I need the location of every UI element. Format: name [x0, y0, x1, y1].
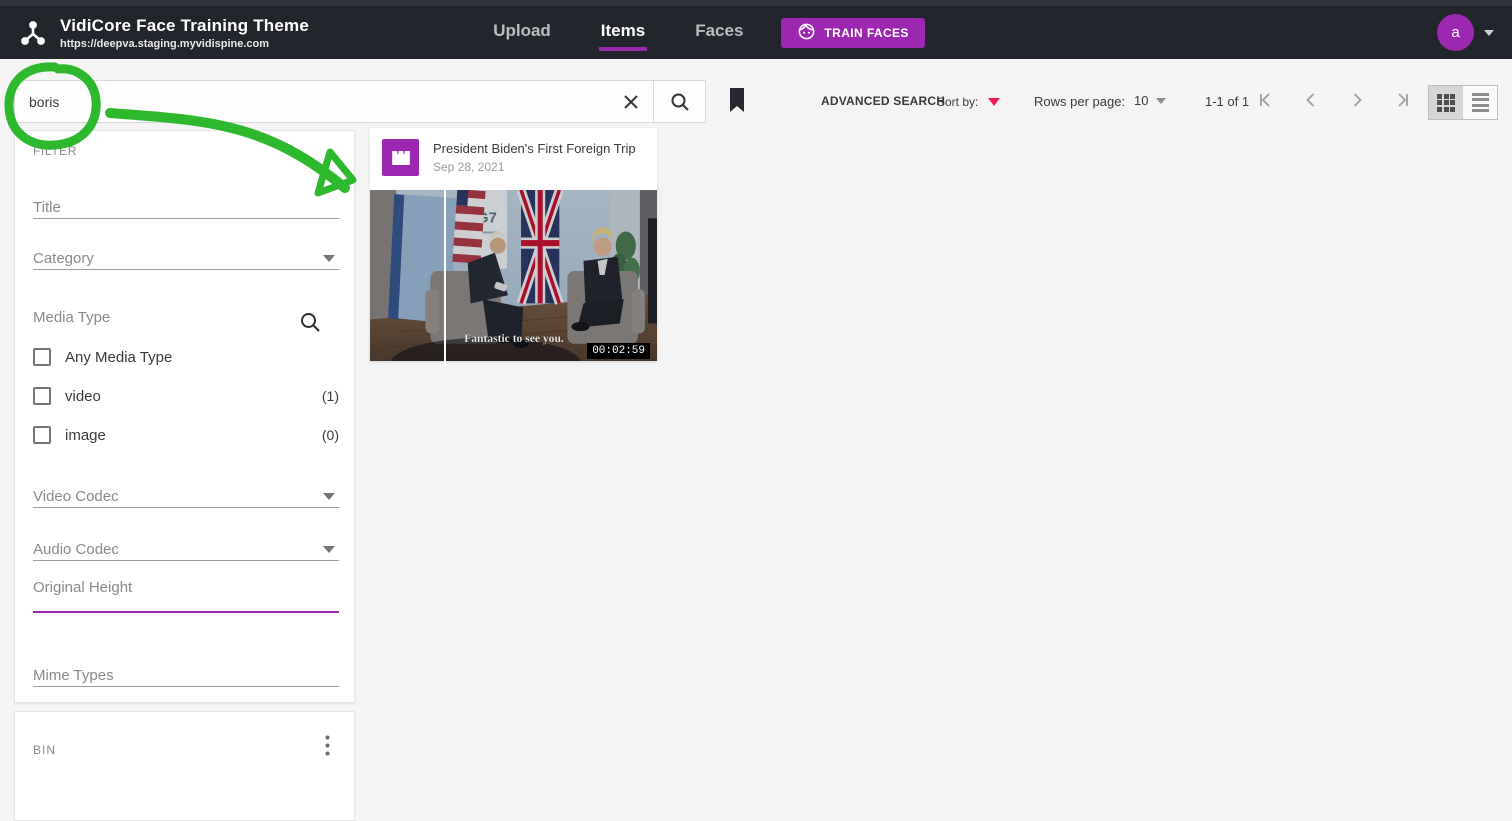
- mime-types-underline: [33, 686, 339, 687]
- checkbox-icon[interactable]: [33, 426, 51, 444]
- avatar[interactable]: a: [1436, 14, 1474, 51]
- nav-faces[interactable]: Faces: [693, 13, 745, 53]
- app-title: VidiCore Face Training Theme: [60, 15, 310, 35]
- checkbox-label: video: [65, 387, 101, 405]
- filter-panel: FILTER Title Category Media Type Any Med…: [14, 130, 355, 703]
- chevron-right-icon: [1353, 93, 1362, 107]
- app-url: https://deepva.staging.myvidispine.com: [60, 37, 270, 50]
- checkbox-icon[interactable]: [33, 387, 51, 405]
- view-toggle: [1428, 85, 1498, 120]
- search-box: [14, 80, 654, 123]
- nav-upload[interactable]: Upload: [491, 13, 553, 53]
- chevron-left-icon: [1306, 93, 1315, 107]
- checkbox-any-media-type[interactable]: Any Media Type: [33, 348, 339, 366]
- rows-per-page-select[interactable]: 10: [1134, 93, 1167, 108]
- pagination-range: 1-1 of 1: [1205, 94, 1250, 109]
- list-view-button[interactable]: [1463, 86, 1497, 119]
- video-thumbnail[interactable]: G7: [370, 190, 657, 361]
- search-toolbar: ADVANCED SEARCH Sort by: Rows per page: …: [0, 59, 1512, 123]
- playhead-marker[interactable]: [444, 185, 446, 366]
- title-underline: [33, 218, 339, 219]
- next-page-button[interactable]: [1345, 89, 1369, 113]
- chevron-down-icon[interactable]: [323, 255, 335, 262]
- checkbox-icon[interactable]: [33, 348, 51, 366]
- chevron-down-icon: [1156, 97, 1167, 104]
- list-view-icon: [1471, 92, 1489, 113]
- checkbox-count: (0): [321, 427, 339, 443]
- bin-heading: BIN: [33, 743, 57, 757]
- nav-items[interactable]: Items: [598, 13, 648, 53]
- rows-per-page-label: Rows per page:: [1034, 94, 1126, 109]
- result-card-header: President Biden's First Foreign Trip Sep…: [370, 128, 657, 187]
- filter-title-input[interactable]: Title: [33, 199, 61, 216]
- first-page-button[interactable]: [1253, 89, 1277, 113]
- bin-menu-button[interactable]: [315, 732, 339, 758]
- train-faces-label: TRAIN FACES: [824, 25, 909, 40]
- filter-mime-types-input[interactable]: Mime Types: [33, 667, 114, 684]
- category-underline: [33, 269, 339, 270]
- advanced-search-link[interactable]: ADVANCED SEARCH: [821, 94, 945, 108]
- grid-view-icon: [1437, 93, 1455, 112]
- close-icon: [624, 94, 638, 109]
- pagination-controls: [1253, 89, 1415, 113]
- bin-panel: BIN: [14, 711, 355, 821]
- video-codec-underline: [33, 507, 339, 508]
- movie-icon: [382, 139, 419, 176]
- save-search-button[interactable]: [724, 86, 750, 116]
- face-icon: [797, 22, 816, 44]
- main-nav: Upload Items Faces: [491, 13, 745, 53]
- filter-original-height-input[interactable]: Original Height: [33, 579, 132, 596]
- sort-by-dropdown[interactable]: Sort by:: [937, 95, 1001, 109]
- account-menu[interactable]: a: [1436, 14, 1494, 51]
- filter-audio-codec-select[interactable]: Audio Codec: [33, 541, 119, 558]
- search-icon: [671, 93, 689, 111]
- filter-heading: FILTER: [33, 144, 78, 158]
- rows-per-page-value: 10: [1134, 93, 1149, 108]
- original-height-underline: [33, 611, 339, 613]
- clear-search-button[interactable]: [609, 81, 653, 122]
- bookmark-icon: [730, 87, 744, 112]
- first-page-icon: [1260, 93, 1270, 107]
- brand: VidiCore Face Training Theme https://dee…: [60, 16, 309, 50]
- app-header: VidiCore Face Training Theme https://dee…: [0, 6, 1512, 59]
- checkbox-label: image: [65, 426, 106, 444]
- prev-page-button[interactable]: [1299, 89, 1323, 113]
- sort-by-label: Sort by:: [937, 95, 979, 109]
- app-logo-icon: [18, 18, 48, 48]
- chevron-down-icon[interactable]: [323, 493, 335, 500]
- chevron-down-icon[interactable]: [323, 546, 335, 553]
- last-page-icon: [1398, 93, 1408, 107]
- checkbox-video[interactable]: video (1): [33, 387, 339, 405]
- duration-badge: 00:02:59: [587, 343, 650, 359]
- result-date: Sep 28, 2021: [433, 160, 505, 174]
- checkbox-label: Any Media Type: [65, 348, 173, 366]
- result-card[interactable]: President Biden's First Foreign Trip Sep…: [370, 128, 657, 366]
- kebab-menu-icon: [325, 735, 329, 755]
- filter-category-select[interactable]: Category: [33, 250, 94, 267]
- chevron-down-icon[interactable]: [1483, 29, 1494, 36]
- audio-codec-underline: [33, 560, 339, 561]
- subtitle-caption: Fantastic to see you.: [464, 332, 564, 345]
- checkbox-image[interactable]: image (0): [33, 426, 339, 444]
- search-submit-button[interactable]: [654, 80, 706, 123]
- train-faces-button[interactable]: TRAIN FACES: [781, 17, 925, 48]
- grid-view-button[interactable]: [1429, 86, 1463, 119]
- last-page-button[interactable]: [1391, 89, 1415, 113]
- media-type-label: Media Type: [33, 309, 111, 326]
- result-meta: President Biden's First Foreign Trip Sep…: [433, 139, 636, 174]
- filter-video-codec-select[interactable]: Video Codec: [33, 488, 119, 505]
- checkbox-count: (1): [321, 388, 339, 404]
- search-input[interactable]: [15, 81, 609, 122]
- sort-caret-icon: [988, 98, 1001, 106]
- media-type-search-icon[interactable]: [298, 310, 322, 334]
- result-title: President Biden's First Foreign Trip: [433, 141, 636, 156]
